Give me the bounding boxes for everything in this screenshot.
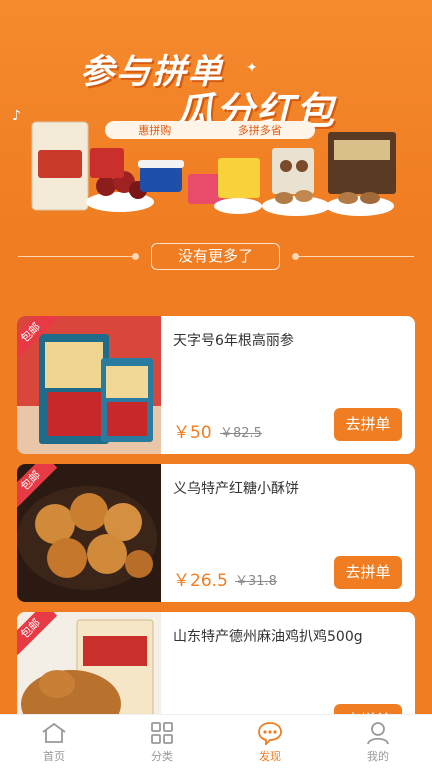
tab-label: 发现	[259, 750, 281, 763]
product-image[interactable]: 包邮	[17, 316, 161, 454]
tab-label: 我的	[367, 750, 389, 763]
home-icon	[42, 722, 66, 743]
bottom-tab-bar: 首页 分类 发现 我的	[0, 714, 432, 769]
discover-chat-icon	[258, 722, 282, 745]
join-group-buy-button[interactable]: 去拼单	[334, 556, 402, 589]
tab-mine[interactable]: 我的	[324, 715, 432, 769]
product-card[interactable]: 包邮 义乌特产红糖小酥饼 ￥26.5 ￥31.8 去拼单	[17, 464, 415, 602]
user-icon	[367, 722, 389, 745]
divider-line-left	[18, 256, 134, 257]
product-price: ￥50	[173, 423, 212, 443]
product-original-price: ￥31.8	[235, 574, 277, 589]
product-price: ￥26.5	[173, 571, 228, 591]
tab-label: 分类	[151, 750, 173, 763]
product-card[interactable]: 包邮 天字号6年根高丽参 ￥50 ￥82.5 去拼单	[17, 316, 415, 454]
tab-home[interactable]: 首页	[0, 715, 108, 769]
divider-dot-left	[132, 253, 139, 260]
banner-product-illustration	[31, 121, 396, 216]
product-title: 山东特产德州麻油鸡扒鸡500g	[173, 629, 363, 645]
product-title: 天字号6年根高丽参	[173, 333, 294, 349]
tab-discover[interactable]: 发现	[216, 715, 324, 769]
sparkle-icon: ✦	[246, 60, 258, 76]
join-group-buy-button[interactable]: 去拼单	[334, 408, 402, 441]
product-original-price: ￥82.5	[220, 426, 262, 441]
tab-label: 首页	[43, 750, 65, 763]
end-of-list-divider: 没有更多了	[0, 240, 432, 272]
promo-banner[interactable]: ♪ ✦ 参与拼单 瓜分红包 惠拼购 多拼多省	[0, 0, 432, 225]
no-more-label: 没有更多了	[151, 243, 280, 270]
tab-category[interactable]: 分类	[108, 715, 216, 769]
sparkle-icon: ♪	[12, 108, 21, 124]
product-title: 义乌特产红糖小酥饼	[173, 481, 299, 497]
divider-line-right	[298, 256, 414, 257]
product-image[interactable]: 包邮	[17, 464, 161, 602]
category-grid-icon	[151, 722, 173, 744]
